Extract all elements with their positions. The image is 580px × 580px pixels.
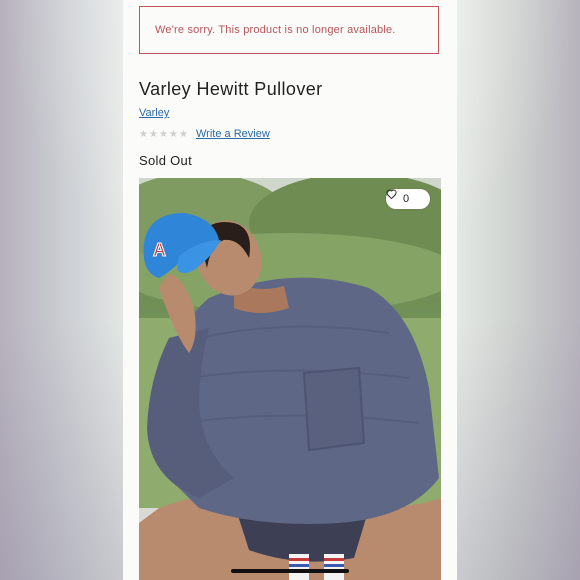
unavailable-alert: We're sorry. This product is no longer a… [139, 6, 439, 54]
stock-status: Sold Out [139, 153, 192, 168]
home-indicator[interactable] [231, 569, 349, 573]
product-photo-illustration: A [139, 178, 441, 580]
product-image[interactable]: A 0 [139, 178, 441, 580]
product-title: Varley Hewitt Pullover [139, 79, 323, 99]
star-icon: ★ [149, 128, 158, 140]
product-page: We're sorry. This product is no longer a… [123, 0, 457, 580]
svg-text:A: A [153, 240, 166, 260]
write-review-link[interactable]: Write a Review [196, 128, 270, 140]
like-count: 0 [402, 193, 410, 205]
star-rating: ★ ★ ★ ★ ★ [139, 128, 188, 140]
like-button[interactable]: 0 [386, 189, 430, 209]
star-icon: ★ [139, 128, 148, 140]
alert-message: We're sorry. This product is no longer a… [155, 24, 396, 36]
star-icon: ★ [179, 128, 188, 140]
brand-link[interactable]: Varley [139, 107, 169, 119]
rating-row: ★ ★ ★ ★ ★ Write a Review [139, 128, 270, 140]
star-icon: ★ [159, 128, 168, 140]
star-icon: ★ [169, 128, 178, 140]
